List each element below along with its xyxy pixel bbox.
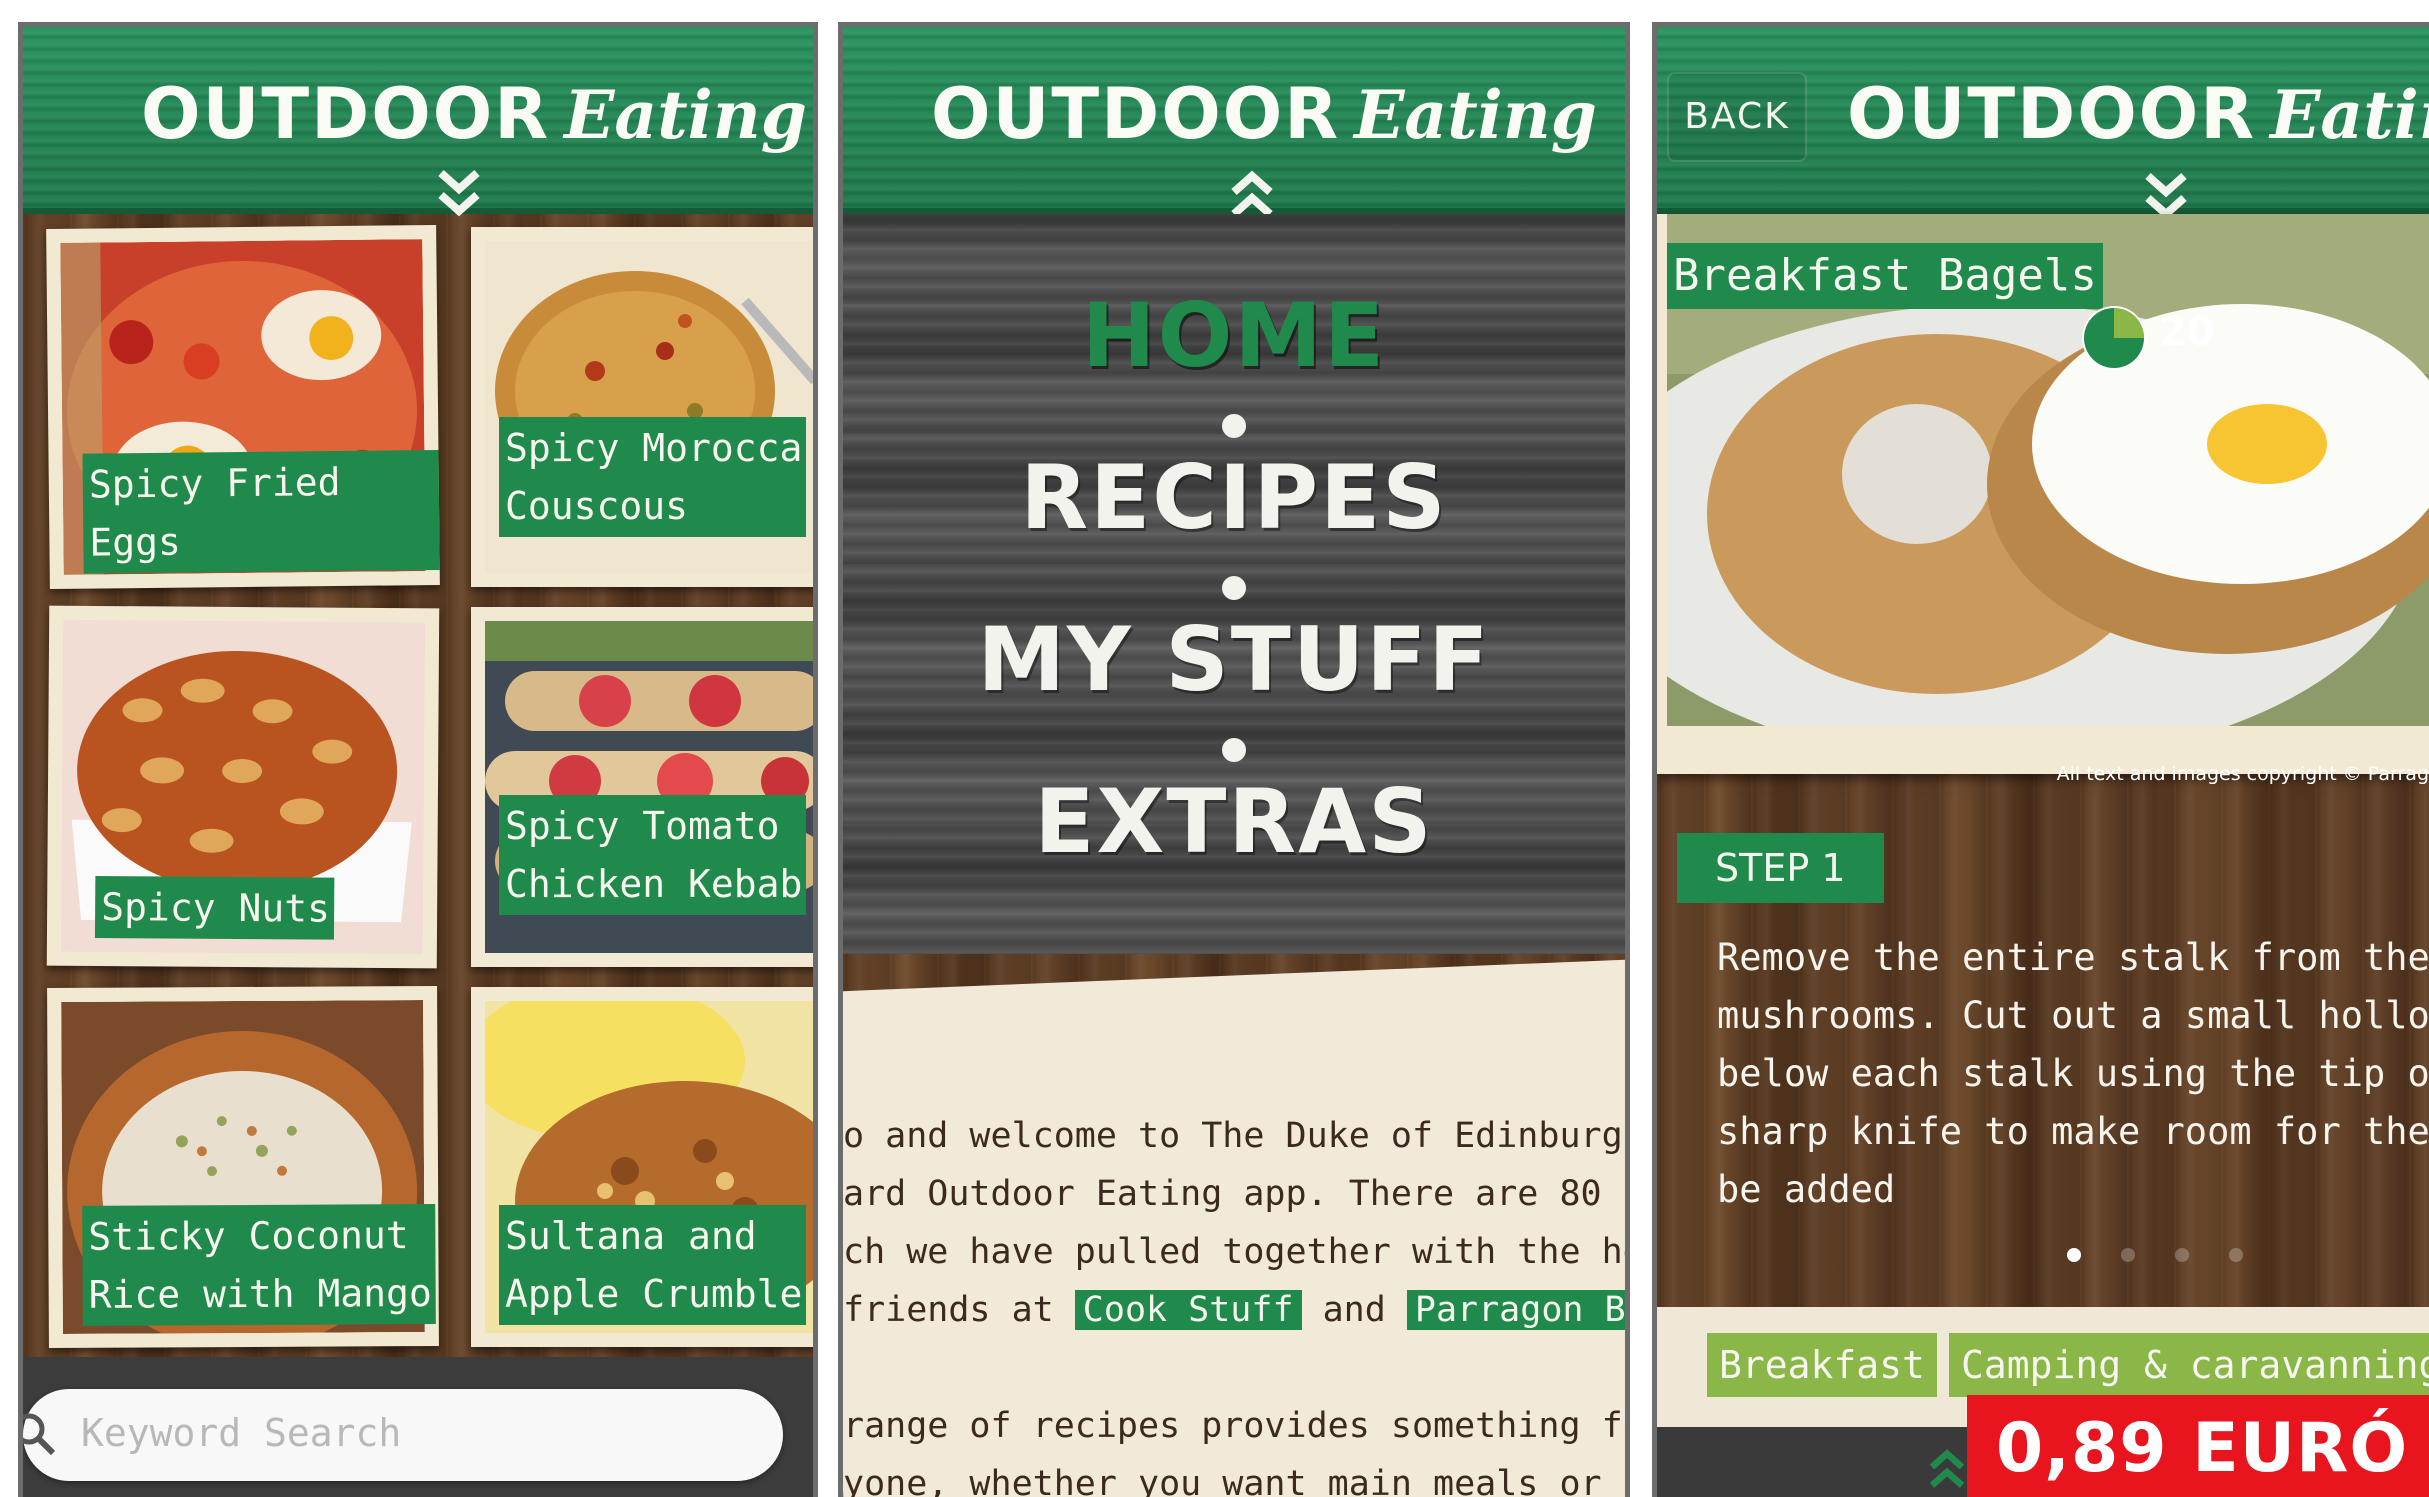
app-logo: OUTDOOREating bbox=[931, 73, 1597, 155]
price-badge: 0,89 EURÓ bbox=[1967, 1395, 2429, 1497]
menu-extras[interactable]: EXTRAS bbox=[843, 770, 1625, 873]
main-menu-screen: OUTDOOR Eating HOME RECIPES MY STUFF EXTR… bbox=[838, 22, 1630, 1497]
app-header: OUTDOOR Eating bbox=[843, 27, 1625, 217]
menu-area: HOME RECIPES MY STUFF EXTRAS bbox=[843, 214, 1625, 954]
search-icon bbox=[23, 1413, 56, 1456]
page-dot[interactable] bbox=[2229, 1248, 2243, 1262]
menu-my-stuff[interactable]: MY STUFF bbox=[843, 608, 1625, 711]
recipe-card[interactable]: Spicy Tomato Chicken Kebab bbox=[471, 607, 813, 967]
app-header: OUTDOOR Eating bbox=[23, 27, 813, 217]
recipe-card[interactable]: Sticky Coconut Rice with Mango bbox=[47, 985, 439, 1349]
chevron-down-icon[interactable] bbox=[435, 167, 483, 231]
recipe-title: Spicy Morocca Couscous bbox=[499, 417, 807, 537]
recipe-title: Sultana and Apple Crumble bbox=[499, 1205, 807, 1325]
recipe-grid-screen: OUTDOOR Eating Spicy Fried Eggs Spicy Mo… bbox=[18, 22, 818, 1497]
recipe-title: Breakfast Bagels bbox=[1667, 243, 2103, 309]
recipe-title: Spicy Nuts bbox=[94, 875, 335, 940]
step-instructions: Remove the entire stalk from the mushroo… bbox=[1717, 936, 2429, 1211]
recipe-title: Sticky Coconut Rice with Mango bbox=[82, 1203, 436, 1326]
app-logo: OUTDOOREating bbox=[141, 73, 807, 155]
app-logo: OUTDOOREating bbox=[1847, 73, 2429, 155]
timer-icon bbox=[2082, 306, 2146, 370]
page-dot[interactable] bbox=[2067, 1248, 2081, 1262]
menu-separator bbox=[1222, 576, 1246, 600]
recipe-card[interactable]: Spicy Morocca Couscous bbox=[471, 227, 813, 587]
search-placeholder: Keyword Search bbox=[81, 1411, 402, 1455]
menu-home[interactable]: HOME bbox=[843, 284, 1625, 387]
keyword-search-input[interactable]: Keyword Search bbox=[23, 1389, 783, 1481]
step-label: STEP 1 bbox=[1677, 833, 1884, 903]
recipe-card[interactable]: Sultana and Apple Crumble bbox=[471, 987, 813, 1347]
page-dot[interactable] bbox=[2121, 1248, 2135, 1262]
parragon-books-link[interactable]: Parragon Boo bbox=[1406, 1290, 1625, 1330]
tag-camping[interactable]: Camping & caravanning bbox=[1949, 1333, 2429, 1397]
prep-time: 20 bbox=[2159, 309, 2215, 355]
step-pager[interactable] bbox=[2067, 1247, 2283, 1266]
tag-breakfast[interactable]: Breakfast bbox=[1707, 1333, 1937, 1397]
menu-separator bbox=[1222, 414, 1246, 438]
recipe-detail-screen: BACK OUTDOOREating Breakfast Bagels bbox=[1652, 22, 2429, 1497]
recipe-card[interactable]: Spicy Nuts bbox=[46, 605, 440, 969]
back-button[interactable]: BACK bbox=[1667, 72, 1807, 162]
cook-stuff-link[interactable]: Cook Stuff bbox=[1074, 1290, 1302, 1330]
recipe-title: Spicy Fried Eggs bbox=[82, 449, 440, 574]
menu-recipes[interactable]: RECIPES bbox=[843, 446, 1625, 549]
page-dot[interactable] bbox=[2175, 1248, 2189, 1262]
recipe-title: Spicy Tomato Chicken Kebab bbox=[499, 795, 807, 915]
app-header: BACK OUTDOOREating bbox=[1657, 27, 2429, 220]
menu-separator bbox=[1222, 738, 1246, 762]
chevron-up-icon[interactable] bbox=[1927, 1447, 1967, 1497]
copyright-notice: All text and images copyright © Parrag bbox=[2056, 763, 2429, 785]
recipe-card[interactable]: Spicy Fried Eggs bbox=[46, 224, 440, 590]
